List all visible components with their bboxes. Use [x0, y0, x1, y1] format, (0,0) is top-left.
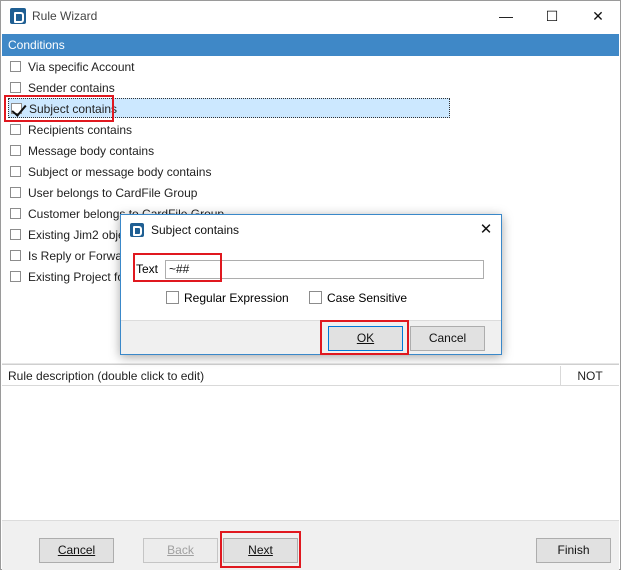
dialog-cancel-label: Cancel [428, 331, 467, 345]
cancel-button[interactable]: Cancel [39, 538, 114, 563]
condition-item-user-cardfile-group[interactable]: User belongs to CardFile Group [8, 183, 450, 203]
condition-label: User belongs to CardFile Group [28, 186, 198, 200]
condition-label: Sender contains [28, 81, 115, 95]
checkbox[interactable] [10, 250, 21, 261]
condition-item-subject-or-body[interactable]: Subject or message body contains [8, 162, 450, 182]
checkbox[interactable] [10, 124, 21, 135]
maximize-button[interactable]: ☐ [529, 1, 575, 32]
highlight-frame [220, 531, 301, 568]
checkbox[interactable] [10, 229, 21, 240]
cancel-label: Cancel [57, 543, 96, 557]
app-logo-icon [10, 8, 26, 24]
condition-label: Via specific Account [28, 60, 135, 74]
not-column-header[interactable]: NOT [560, 366, 619, 386]
checkbox[interactable] [10, 82, 21, 93]
subject-contains-dialog: Subject contains ✕ Text ~## Regular Expr… [120, 214, 502, 355]
highlight-frame [133, 253, 222, 282]
minimize-button[interactable]: — [483, 1, 529, 32]
window-title: Rule Wizard [32, 9, 98, 23]
condition-label: Existing Jim2 object [28, 228, 135, 242]
finish-button[interactable]: Finish [536, 538, 611, 563]
condition-label: Subject or message body contains [28, 165, 212, 179]
conditions-header: Conditions [2, 34, 619, 56]
dialog-footer: OK Cancel [121, 320, 501, 354]
dialog-title-bar[interactable]: Subject contains ✕ [121, 215, 501, 245]
regular-expression-checkbox[interactable] [166, 291, 179, 304]
condition-label: Existing Project fou [28, 270, 131, 284]
rule-description-area[interactable] [2, 387, 619, 520]
description-header: Rule description (double click to edit) … [2, 366, 619, 386]
title-bar[interactable]: Rule Wizard — ☐ ✕ [1, 1, 620, 32]
splitter[interactable] [2, 363, 619, 365]
checkbox[interactable] [10, 145, 21, 156]
case-sensitive-checkbox[interactable] [309, 291, 322, 304]
condition-label: Message body contains [28, 144, 155, 158]
highlight-frame [4, 95, 114, 122]
back-button: Back [143, 538, 218, 563]
dialog-cancel-button[interactable]: Cancel [410, 326, 485, 351]
close-button[interactable]: ✕ [575, 1, 621, 32]
condition-item-recipients-contains[interactable]: Recipients contains [8, 120, 450, 140]
checkbox[interactable] [10, 208, 21, 219]
app-logo-icon [130, 223, 144, 237]
wizard-footer: Cancel Back Next Finish [2, 520, 619, 570]
condition-label: Is Reply or Forward [28, 249, 133, 263]
highlight-frame [320, 320, 409, 355]
checkbox[interactable] [10, 166, 21, 177]
condition-label: Recipients contains [28, 123, 133, 137]
checkbox[interactable] [10, 271, 21, 282]
finish-label: Finish [557, 543, 590, 557]
description-label: Rule description (double click to edit) [8, 369, 205, 383]
regular-expression-label: Regular Expression [184, 291, 289, 305]
checkbox[interactable] [10, 61, 21, 72]
back-label: Back [167, 543, 194, 557]
dialog-close-button[interactable]: ✕ [471, 215, 501, 245]
condition-item-via-account[interactable]: Via specific Account [8, 57, 450, 77]
dialog-title: Subject contains [151, 223, 240, 237]
checkbox[interactable] [10, 187, 21, 198]
condition-item-message-body-contains[interactable]: Message body contains [8, 141, 450, 161]
case-sensitive-label: Case Sensitive [327, 291, 408, 305]
